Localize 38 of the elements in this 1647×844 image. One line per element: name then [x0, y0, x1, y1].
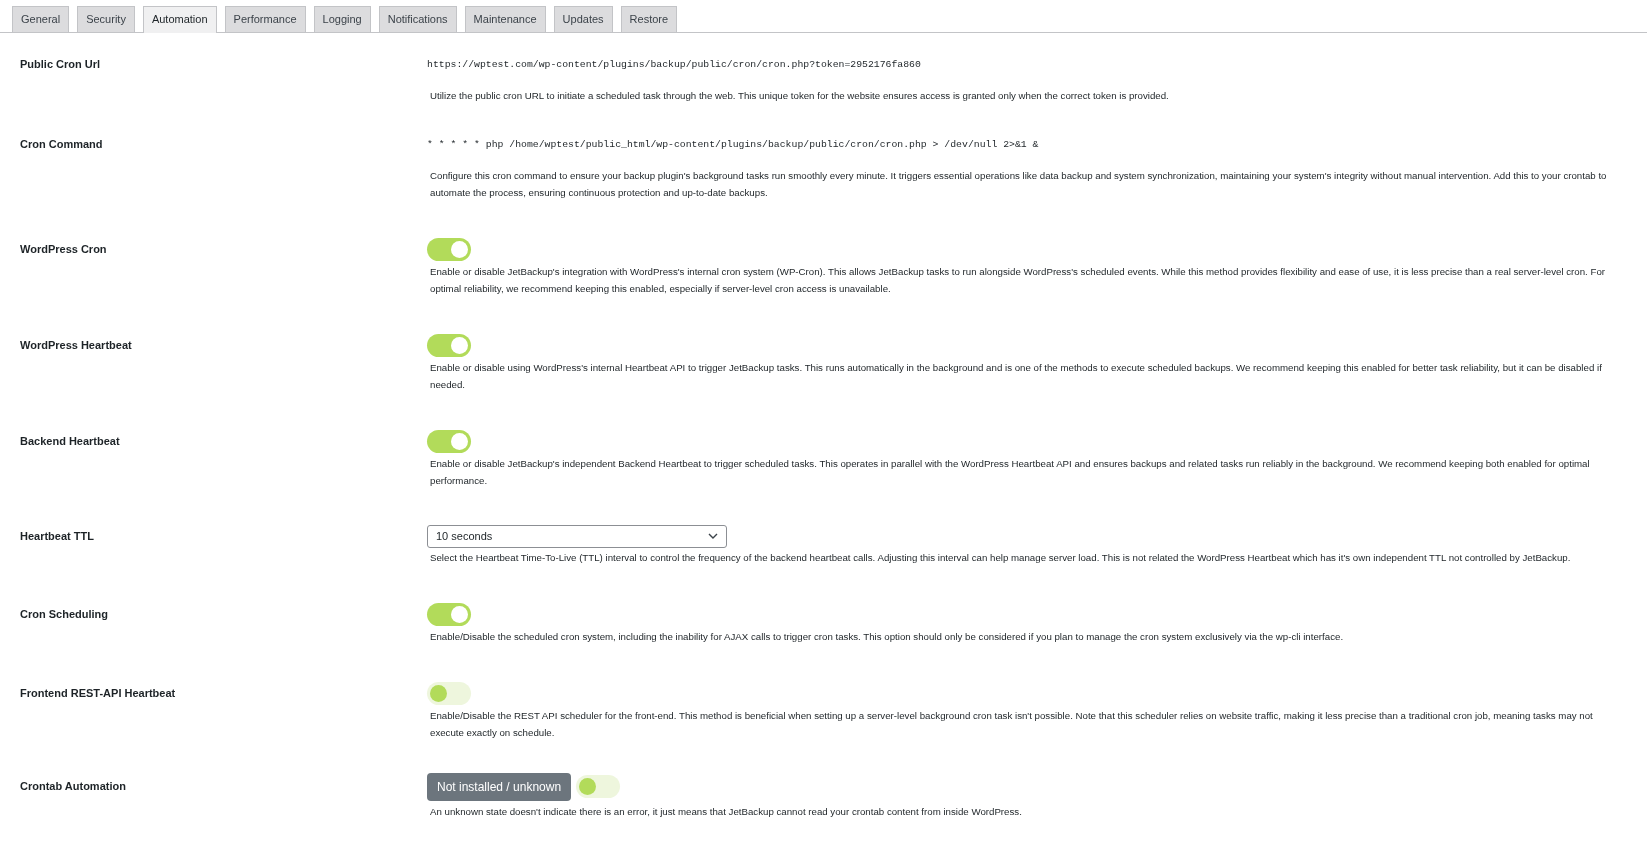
toggle-switch[interactable] — [427, 333, 471, 357]
toggle-switch[interactable] — [427, 237, 471, 261]
setting-description: Enable or disable JetBackup's integration with WordPress's internal cron system (WP-Cron). This allows JetBackup tasks to run alongside WordPress's scheduled events. While this method provides flexibility and ease of use, it is less precise than a real server-level cron. For optimal reliability, we recommend keeping this enabled, especially if server-level cron access is unavailable. — [430, 264, 1607, 296]
setting-description: An unknown state doesn't indicate there is an error, it just means that JetBackup cannot read your crontab content from inside WordPress. — [430, 805, 1023, 819]
settings-tab[interactable]: General — [12, 6, 70, 32]
settings-tab[interactable]: Updates — [553, 6, 613, 32]
setting-description: Utilize the public cron URL to initiate a scheduled task through the web. This unique token for the website ensures access is granted only when the correct token is provided. — [430, 88, 1170, 103]
setting-label: Crontab Automation — [20, 779, 127, 794]
settings-tab[interactable]: Automation — [142, 6, 217, 33]
setting-label: Cron Command — [20, 136, 104, 152]
setting-label: WordPress Heartbeat — [20, 337, 133, 353]
setting-label: WordPress Cron — [20, 241, 108, 257]
code-text: * * * * * php /home/wptest/public_html/wp-content/plugins/backup/public/cron/cron.php > /dev/null 2>&1 & — [427, 137, 1039, 152]
setting-description: Select the Heartbeat Time-To-Live (TTL) interval to control the frequency of the backend heartbeat calls. Adjusting this interval can help manage server load. This is not related the WordPress Heartbeat which has it's own independent TTL not controlled by JetBackup. — [430, 550, 1572, 565]
settings-tab[interactable]: Notifications — [378, 6, 457, 32]
setting-label: Public Cron Url — [20, 56, 102, 72]
setting-label: Frontend REST-API Heartbeat — [20, 685, 177, 701]
settings-tab[interactable]: Restore — [620, 6, 678, 32]
code-text: https://wptest.com/wp-content/plugins/backup/public/cron/cron.php?token=2952176fa860 — [427, 57, 921, 72]
setting-label: Backend Heartbeat — [20, 433, 121, 449]
setting-label: Heartbeat TTL — [20, 528, 95, 544]
toggle-switch[interactable] — [427, 681, 471, 705]
settings-tab[interactable]: Performance — [224, 6, 306, 32]
setting-label: Cron Scheduling — [20, 606, 109, 622]
toggle-switch[interactable] — [576, 775, 621, 798]
chevron-down-icon — [708, 533, 718, 539]
setting-description: Enable or disable using WordPress's internal Heartbeat API to trigger JetBackup tasks. This runs automatically in the background and is one of the methods to execute scheduled backups. We recommend keeping this enabled for better task reliability, but it can be disabled if needed. — [430, 360, 1603, 392]
settings-tab[interactable]: Maintenance — [464, 6, 546, 32]
status-badge: Not installed / unknown — [427, 772, 572, 801]
interval-dropdown[interactable]: 10 seconds — [427, 524, 727, 548]
setting-description: Enable/Disable the scheduled cron system, including the inability for AJAX calls to trigger cron tasks. This option should only be considered if you plan to manage the cron system exclusively via the wp-cli interface. — [430, 629, 1345, 644]
setting-description: Enable/Disable the REST API scheduler for the front-end. This method is beneficial when setting up a server-level background cron task isn't possible. Note that this scheduler relies on website traffic, making it less precise than a traditional cron job, meaning tasks may not execute exactly on schedule. — [430, 708, 1594, 740]
settings-tab[interactable]: Security — [77, 6, 135, 32]
settings-tab[interactable]: Logging — [313, 6, 371, 32]
toggle-switch[interactable] — [427, 602, 471, 626]
setting-description: Configure this cron command to ensure your backup plugin's background tasks run smoothly every minute. It triggers essential operations like data backup and system synchronization, maintaining your system's integrity without manual intervention. Add this to your crontab to automate the process, ensuring continuous protection and up-to-date backups. — [430, 168, 1608, 200]
setting-description: Enable or disable JetBackup's independent Backend Heartbeat to trigger scheduled tasks. This operates in parallel with the WordPress Heartbeat API and ensures backups and related tasks run reliably in the background. We recommend keeping both enabled for optimal performance. — [430, 456, 1591, 488]
toggle-switch[interactable] — [427, 429, 471, 453]
